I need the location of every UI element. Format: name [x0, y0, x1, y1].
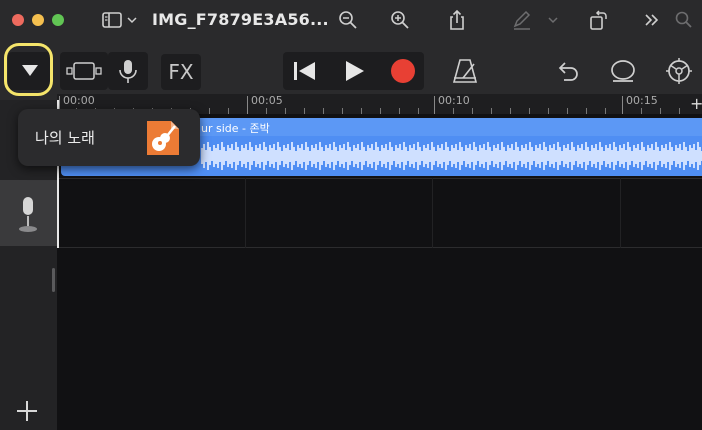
track-view-icon: [66, 62, 102, 80]
record-icon: [391, 59, 415, 83]
highlight-ring: [4, 43, 53, 96]
add-section-button[interactable]: +: [690, 94, 702, 113]
rotate-icon[interactable]: [586, 8, 610, 32]
undo-icon: [558, 62, 578, 81]
ruler-label: 00:10: [438, 94, 470, 107]
song-popup[interactable]: 나의 노래: [18, 109, 200, 166]
markup-icon[interactable]: [510, 8, 534, 32]
close-icon[interactable]: [12, 14, 24, 26]
ruler-label: 00:05: [251, 94, 283, 107]
ruler-label: 00:15: [626, 94, 658, 107]
track-view-button[interactable]: [60, 52, 108, 90]
microphone-button[interactable]: [108, 52, 148, 90]
minimize-icon[interactable]: [32, 14, 44, 26]
search-icon[interactable]: [672, 8, 696, 32]
chevron-down-icon[interactable]: [546, 8, 560, 32]
zoom-in-icon[interactable]: [388, 8, 412, 32]
song-title: 나의 노래: [35, 129, 95, 147]
metronome-button[interactable]: [447, 52, 483, 90]
plus-icon: [17, 401, 37, 421]
play-button[interactable]: [336, 52, 372, 90]
track-header-microphone[interactable]: [0, 180, 58, 246]
region-title: ur side - 존박: [201, 122, 270, 135]
metronome-icon: [452, 59, 478, 83]
rewind-icon: [294, 62, 315, 80]
chevron-down-icon[interactable]: [125, 8, 139, 32]
share-icon[interactable]: [445, 8, 469, 32]
play-icon: [346, 61, 364, 81]
zoom-out-icon[interactable]: [336, 8, 360, 32]
record-button[interactable]: [384, 52, 422, 90]
settings-icon: [666, 58, 692, 84]
window-title: IMG_F7879E3A56...: [152, 10, 329, 29]
add-track-button[interactable]: [14, 398, 40, 424]
microphone-icon: [119, 60, 137, 83]
settings-button[interactable]: [660, 52, 698, 90]
zoom-icon[interactable]: [52, 14, 64, 26]
ruler-label: 00:00: [63, 94, 95, 107]
rewind-button[interactable]: [287, 52, 323, 90]
sidebar-toggle-icon[interactable]: [100, 8, 124, 32]
scrollbar[interactable]: [52, 268, 55, 292]
microphone-icon: [19, 197, 37, 232]
more-icon[interactable]: [640, 8, 664, 32]
undo-button[interactable]: [550, 52, 586, 90]
loop-button[interactable]: [605, 52, 641, 90]
fx-button[interactable]: FX: [161, 54, 201, 90]
loop-icon: [611, 60, 635, 82]
garageband-icon: [143, 117, 183, 159]
